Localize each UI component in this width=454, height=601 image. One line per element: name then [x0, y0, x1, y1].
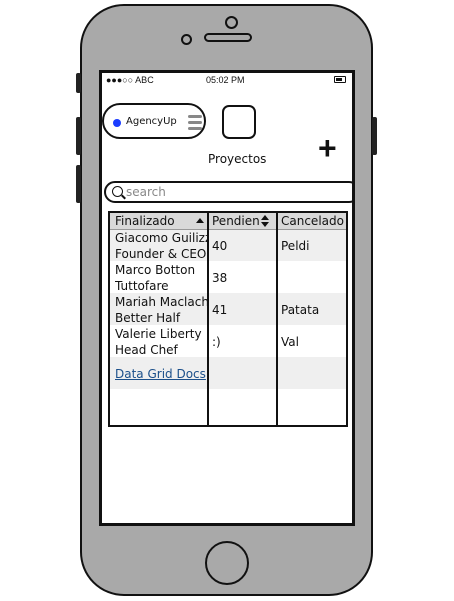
add-plus-icon[interactable]: + — [318, 132, 337, 164]
brand-label: AgencyUp — [126, 116, 177, 127]
data-grid-docs-link[interactable]: Data Grid Docs — [115, 366, 206, 382]
row-name: Mariah Maclachlan — [115, 295, 207, 309]
phone-screen: ●●●○○ ABC 05:02 PM AgencyUp Proyectos + … — [99, 70, 355, 526]
table-row[interactable]: Giacomo Guilizzoni Founder & CEO — [115, 230, 207, 262]
column-header-pendientes[interactable]: Pendien — [209, 213, 277, 229]
sort-ascending-icon — [196, 218, 204, 223]
column-header-cancelado[interactable]: Cancelado — [278, 213, 346, 229]
mute-switch — [76, 73, 81, 93]
sort-up-icon — [261, 215, 269, 220]
table-row[interactable]: Mariah Maclachlan Better Half — [115, 294, 207, 326]
volume-down-button — [76, 165, 81, 203]
row-subtitle: Founder & CEO — [115, 247, 207, 261]
row-subtitle: Head Chef — [115, 343, 178, 357]
table-row[interactable]: Marco Botton Tuttofare — [115, 262, 207, 294]
table-row[interactable]: Valerie Liberty Head Chef — [115, 326, 207, 358]
row-cancelled: Patata — [281, 303, 320, 317]
project-placeholder-icon[interactable] — [222, 105, 256, 139]
column-divider — [276, 213, 278, 425]
status-dot-icon — [113, 119, 121, 127]
row-name: Giacomo Guilizzoni — [115, 231, 207, 245]
search-icon — [112, 186, 123, 197]
speaker-grille — [204, 33, 252, 42]
search-input[interactable] — [126, 184, 326, 200]
row-pending: 38 — [212, 271, 228, 285]
agency-menu-pill[interactable]: AgencyUp — [102, 103, 206, 139]
row-pending: 41 — [212, 303, 228, 317]
clock-label: 05:02 PM — [206, 75, 245, 85]
carrier-label: ●●●○○ ABC — [106, 75, 154, 85]
search-bar[interactable] — [104, 181, 352, 203]
column-header-finalizado[interactable]: Finalizado — [110, 213, 208, 229]
battery-icon — [334, 76, 346, 83]
row-subtitle: Tuttofare — [115, 279, 169, 293]
row-pending: :) — [212, 335, 221, 349]
row-cancelled: Peldi — [281, 239, 310, 253]
row-subtitle: Better Half — [115, 311, 181, 325]
camera-icon — [225, 16, 238, 29]
hamburger-menu-icon[interactable] — [188, 115, 202, 131]
row-cancelled: Val — [281, 335, 299, 349]
volume-up-button — [76, 117, 81, 155]
data-grid: Finalizado Pendien Cancelado Giacomo Gui… — [108, 211, 348, 427]
column-divider — [207, 213, 209, 425]
sensor-icon — [181, 34, 192, 45]
row-name: Valerie Liberty — [115, 327, 202, 341]
sort-down-icon — [261, 222, 269, 227]
projects-label: Proyectos — [208, 152, 267, 166]
row-name: Marco Botton — [115, 263, 196, 277]
power-button — [372, 117, 377, 155]
row-pending: 40 — [212, 239, 228, 253]
home-button[interactable] — [205, 541, 249, 585]
